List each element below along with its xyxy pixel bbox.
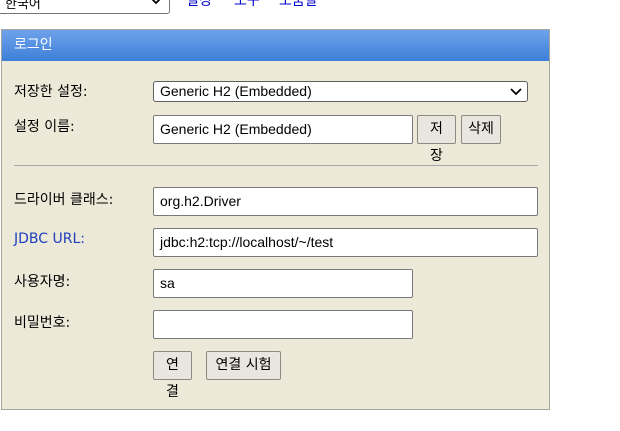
chevron-down-icon	[151, 0, 161, 5]
setting-name-field[interactable]: Generic H2 (Embedded)	[153, 115, 413, 144]
saved-settings-value: Generic H2 (Embedded)	[160, 83, 312, 99]
panel-title: 로그인	[2, 30, 549, 61]
jdbc-url-label: JDBC URL:	[14, 231, 85, 247]
saved-settings-label: 저장한 설정:	[14, 84, 88, 100]
save-button[interactable]: 저장	[417, 115, 456, 164]
language-select-value: 한국어	[5, 0, 41, 12]
test-connection-button[interactable]: 연결 시험	[206, 351, 281, 380]
divider	[14, 165, 538, 166]
jdbc-url-field[interactable]: jdbc:h2:tcp://localhost/~/test	[153, 228, 538, 257]
tools-link[interactable]: 도구	[234, 0, 260, 10]
language-select[interactable]: 한국어	[0, 0, 170, 14]
driver-class-field[interactable]: org.h2.Driver	[153, 187, 538, 216]
saved-settings-select[interactable]: Generic H2 (Embedded)	[153, 81, 528, 102]
help-link[interactable]: 도움말	[279, 0, 318, 10]
setting-name-label: 설정 이름:	[14, 119, 75, 135]
top-bar: 한국어 설정 도구 도움말	[0, 0, 620, 14]
password-label: 비밀번호:	[14, 315, 71, 331]
delete-button[interactable]: 삭제	[461, 115, 501, 144]
settings-link[interactable]: 설정	[186, 0, 212, 10]
connect-button[interactable]: 연결	[153, 351, 192, 400]
driver-class-label: 드라이버 클래스:	[14, 192, 114, 208]
login-panel: 로그인 저장한 설정: Generic H2 (Embedded) 설정 이름:…	[1, 29, 550, 410]
username-field[interactable]: sa	[153, 269, 413, 298]
password-field[interactable]	[153, 310, 413, 339]
username-label: 사용자명:	[14, 274, 71, 290]
chevron-down-icon	[510, 88, 522, 96]
